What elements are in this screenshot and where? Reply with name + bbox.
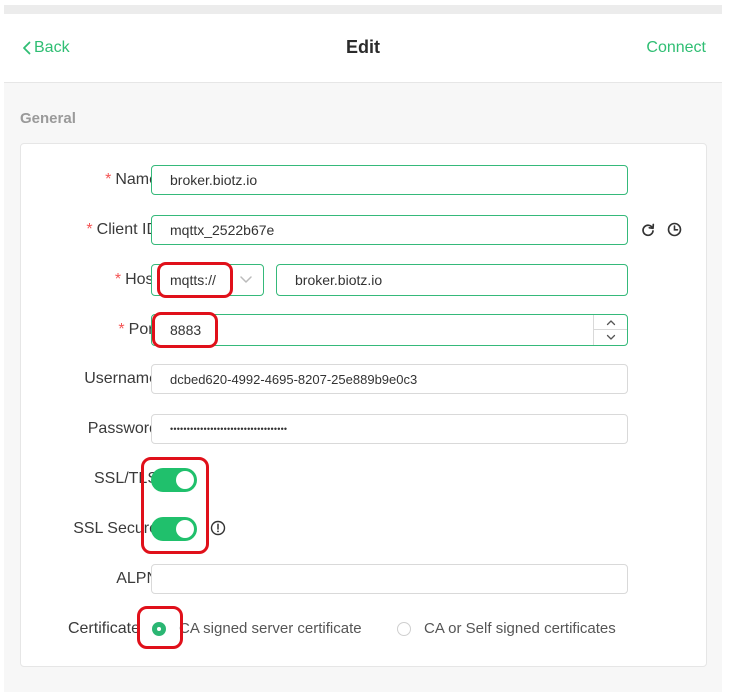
alpn-input[interactable]	[151, 564, 628, 594]
username-input[interactable]	[151, 364, 628, 394]
ssl-tls-label: SSL/TLS	[93, 470, 158, 487]
protocol-value: mqtts://	[170, 272, 216, 288]
connect-button[interactable]: Connect	[646, 39, 706, 57]
host-input[interactable]	[276, 264, 628, 296]
password-input[interactable]: •••••••••••••••••••••••••••••••••••	[151, 414, 628, 444]
info-icon[interactable]	[210, 520, 226, 536]
clock-icon[interactable]	[667, 222, 682, 237]
ssl-secure-toggle[interactable]	[151, 517, 197, 541]
password-label: Password	[87, 420, 158, 437]
radio-ca-signed-server[interactable]	[152, 622, 166, 636]
toggle-knob	[176, 520, 194, 538]
radio-label-ca-signed-server: CA signed server certificate	[179, 620, 362, 637]
toggle-knob	[176, 471, 194, 489]
chevron-up-icon	[606, 319, 615, 325]
chevron-down-icon	[240, 276, 252, 283]
port-decrement-button[interactable]	[594, 330, 627, 345]
radio-label-ca-or-self-signed: CA or Self signed certificates	[424, 620, 616, 637]
ssl-tls-toggle[interactable]	[151, 468, 197, 492]
port-input-wrapper: 8883	[151, 314, 628, 346]
edit-page: Back Edit Connect General *Name *Client …	[4, 14, 722, 692]
refresh-icon[interactable]	[641, 223, 655, 237]
required-asterisk: *	[86, 221, 93, 238]
protocol-select[interactable]: mqtts://	[151, 264, 264, 296]
top-strip	[0, 0, 730, 14]
page-title: Edit	[346, 37, 380, 57]
required-asterisk: *	[105, 171, 112, 188]
client-id-input[interactable]	[151, 215, 628, 245]
port-input[interactable]: 8883	[170, 316, 201, 344]
required-asterisk: *	[118, 321, 125, 338]
header-bar: Back Edit Connect	[4, 14, 722, 83]
port-increment-button[interactable]	[594, 315, 627, 330]
ssl-secure-label: SSL Secure	[73, 520, 158, 537]
port-stepper	[593, 315, 627, 345]
chevron-down-icon	[606, 334, 615, 340]
name-input[interactable]	[151, 165, 628, 195]
required-asterisk: *	[114, 271, 122, 288]
client-id-label: * Client ID	[86, 221, 158, 238]
section-title-general: General	[20, 110, 76, 127]
certificate-label: Certificate	[67, 620, 140, 637]
username-label: Username	[84, 370, 158, 387]
radio-ca-or-self-signed[interactable]	[397, 622, 411, 636]
